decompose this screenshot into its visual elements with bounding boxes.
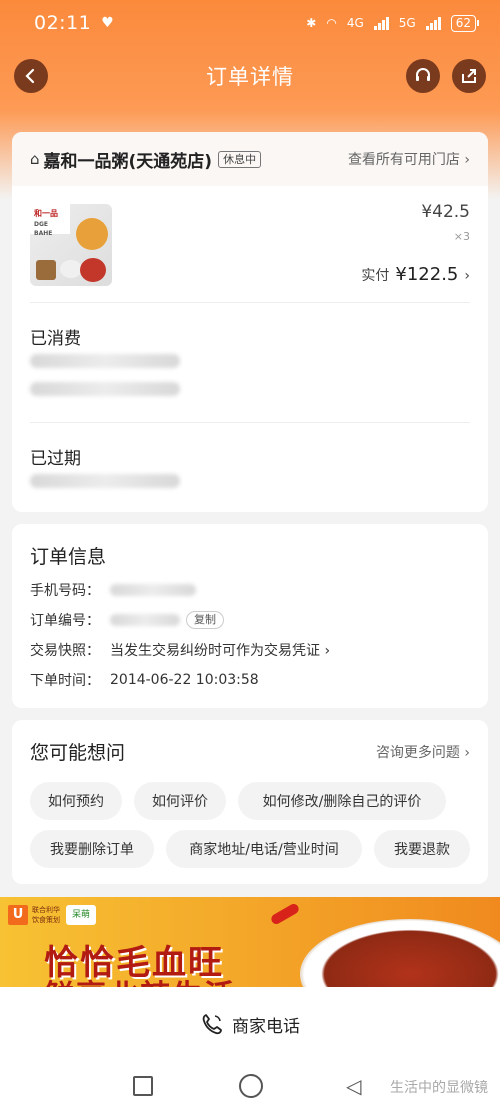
redacted-code: [30, 474, 180, 488]
system-navigation-bar: ◁ 生活中的显微镜: [0, 1061, 500, 1111]
faq-card: 您可能想问 咨询更多问题 › 如何预约 如何评价 如何修改/删除自己的评价 我要…: [12, 720, 488, 884]
redacted-code: [30, 382, 180, 396]
navigation-bar: 订单详情: [0, 52, 500, 100]
headset-icon: [416, 68, 430, 81]
signal-icon-2: [425, 16, 441, 30]
partner-logo: 呆萌: [66, 905, 96, 925]
unilever-logo: U: [8, 905, 28, 925]
store-header[interactable]: ⌂ 嘉和一品粥(天通苑店) 休息中 查看所有可用门店 ›: [12, 132, 488, 186]
order-time-label: 下单时间：: [30, 673, 100, 689]
quantity: ×3: [453, 230, 470, 243]
divider: [30, 302, 470, 303]
share-icon: [462, 69, 476, 83]
status-bar: 02:11 ♥ ✱ ◠ 4G 5G 62: [0, 0, 500, 46]
home-button[interactable]: [239, 1074, 263, 1098]
notification-icon: ♥: [101, 15, 114, 31]
all-stores-link[interactable]: 查看所有可用门店 ›: [348, 149, 470, 169]
order-time-row: 下单时间： 2014-06-22 10:03:58: [30, 670, 259, 690]
phone-label: 手机号码：: [30, 583, 100, 599]
snapshot-link[interactable]: 当发生交易纠纷时可作为交易凭证 ›: [110, 640, 330, 660]
consumed-title: 已消费: [30, 329, 81, 349]
expired-title: 已过期: [30, 449, 81, 469]
redacted-phone: [110, 584, 196, 596]
dish-image: [300, 919, 500, 987]
call-merchant-label: 商家电话: [232, 1016, 300, 1037]
faq-title: 您可能想问: [30, 742, 126, 764]
order-time-value: 2014-06-22 10:03:58: [110, 672, 259, 688]
status-icons: ✱ ◠ 4G 5G 62: [306, 14, 480, 32]
order-info-title: 订单信息: [30, 546, 107, 568]
paid-amount-row: 实付 ¥122.5 ›: [361, 264, 470, 285]
divider: [30, 422, 470, 423]
paid-label: 实付: [361, 268, 390, 284]
watermark: 生活中的显微镜: [390, 1080, 488, 1096]
order-number-label: 订单编号：: [30, 613, 100, 629]
back-button[interactable]: [14, 59, 48, 93]
faq-chip[interactable]: 如何修改/删除自己的评价: [238, 782, 446, 820]
phone-row: 手机号码：: [30, 580, 196, 600]
faq-chip[interactable]: 我要删除订单: [30, 830, 154, 868]
order-item-card: ⌂ 嘉和一品粥(天通苑店) 休息中 查看所有可用门店 › 和一品 DGE BAHE…: [12, 132, 488, 512]
order-number-row: 订单编号： 复制: [30, 610, 224, 630]
paid-amount: ¥122.5: [395, 264, 459, 285]
share-button[interactable]: [452, 59, 486, 93]
product-image: 和一品 DGE BAHE: [30, 204, 112, 286]
copy-button[interactable]: 复制: [186, 611, 224, 629]
banner-slogan-2: 鲜享北辣生活: [44, 971, 236, 987]
unit-price: ¥42.5: [421, 202, 470, 222]
promo-banner[interactable]: U 联合利华饮食策划 呆萌 恰恰毛血旺 鲜享北辣生活: [0, 897, 500, 987]
redacted-order-number: [110, 614, 180, 626]
chili-pepper-image: [269, 902, 301, 926]
faq-chip[interactable]: 如何评价: [134, 782, 226, 820]
customer-service-button[interactable]: [406, 59, 440, 93]
product-row[interactable]: 和一品 DGE BAHE ¥42.5 ×3 实付 ¥122.5 ›: [30, 202, 470, 292]
order-info-card: 订单信息 手机号码： 订单编号： 复制 交易快照： 当发生交易纠纷时可作为交易凭…: [12, 524, 488, 708]
network-5g-label: 5G: [398, 16, 416, 30]
faq-chip[interactable]: 我要退款: [374, 830, 470, 868]
chevron-right-icon: ›: [464, 268, 470, 284]
call-merchant-button[interactable]: 商家电话: [0, 987, 500, 1061]
network-4g-label: 4G: [346, 16, 364, 30]
signal-icon: [373, 16, 389, 30]
store-icon: ⌂: [30, 150, 40, 168]
page-title: 订单详情: [206, 65, 294, 89]
system-back-button[interactable]: ◁: [346, 1074, 361, 1098]
thumb-brand: 和一品 DGE BAHE: [30, 204, 70, 237]
chevron-left-icon: [25, 68, 35, 84]
snapshot-label: 交易快照：: [30, 643, 100, 659]
snapshot-row[interactable]: 交易快照： 当发生交易纠纷时可作为交易凭证 ›: [30, 640, 330, 660]
battery-icon: 62: [450, 14, 480, 32]
phone-icon: [202, 1014, 222, 1035]
wifi-icon: ◠: [326, 16, 337, 30]
redacted-code: [30, 354, 180, 368]
store-name: 嘉和一品粥(天通苑店): [43, 151, 213, 172]
faq-chip[interactable]: 如何预约: [30, 782, 122, 820]
bluetooth-icon: ✱: [306, 16, 317, 30]
more-questions-link[interactable]: 咨询更多问题 ›: [376, 742, 470, 762]
recent-apps-button[interactable]: [133, 1076, 153, 1096]
brand-text: 联合利华饮食策划: [32, 906, 60, 924]
status-badge: 休息中: [218, 150, 262, 168]
clock: 02:11: [34, 12, 92, 34]
faq-chip[interactable]: 商家地址/电话/营业时间: [166, 830, 362, 868]
